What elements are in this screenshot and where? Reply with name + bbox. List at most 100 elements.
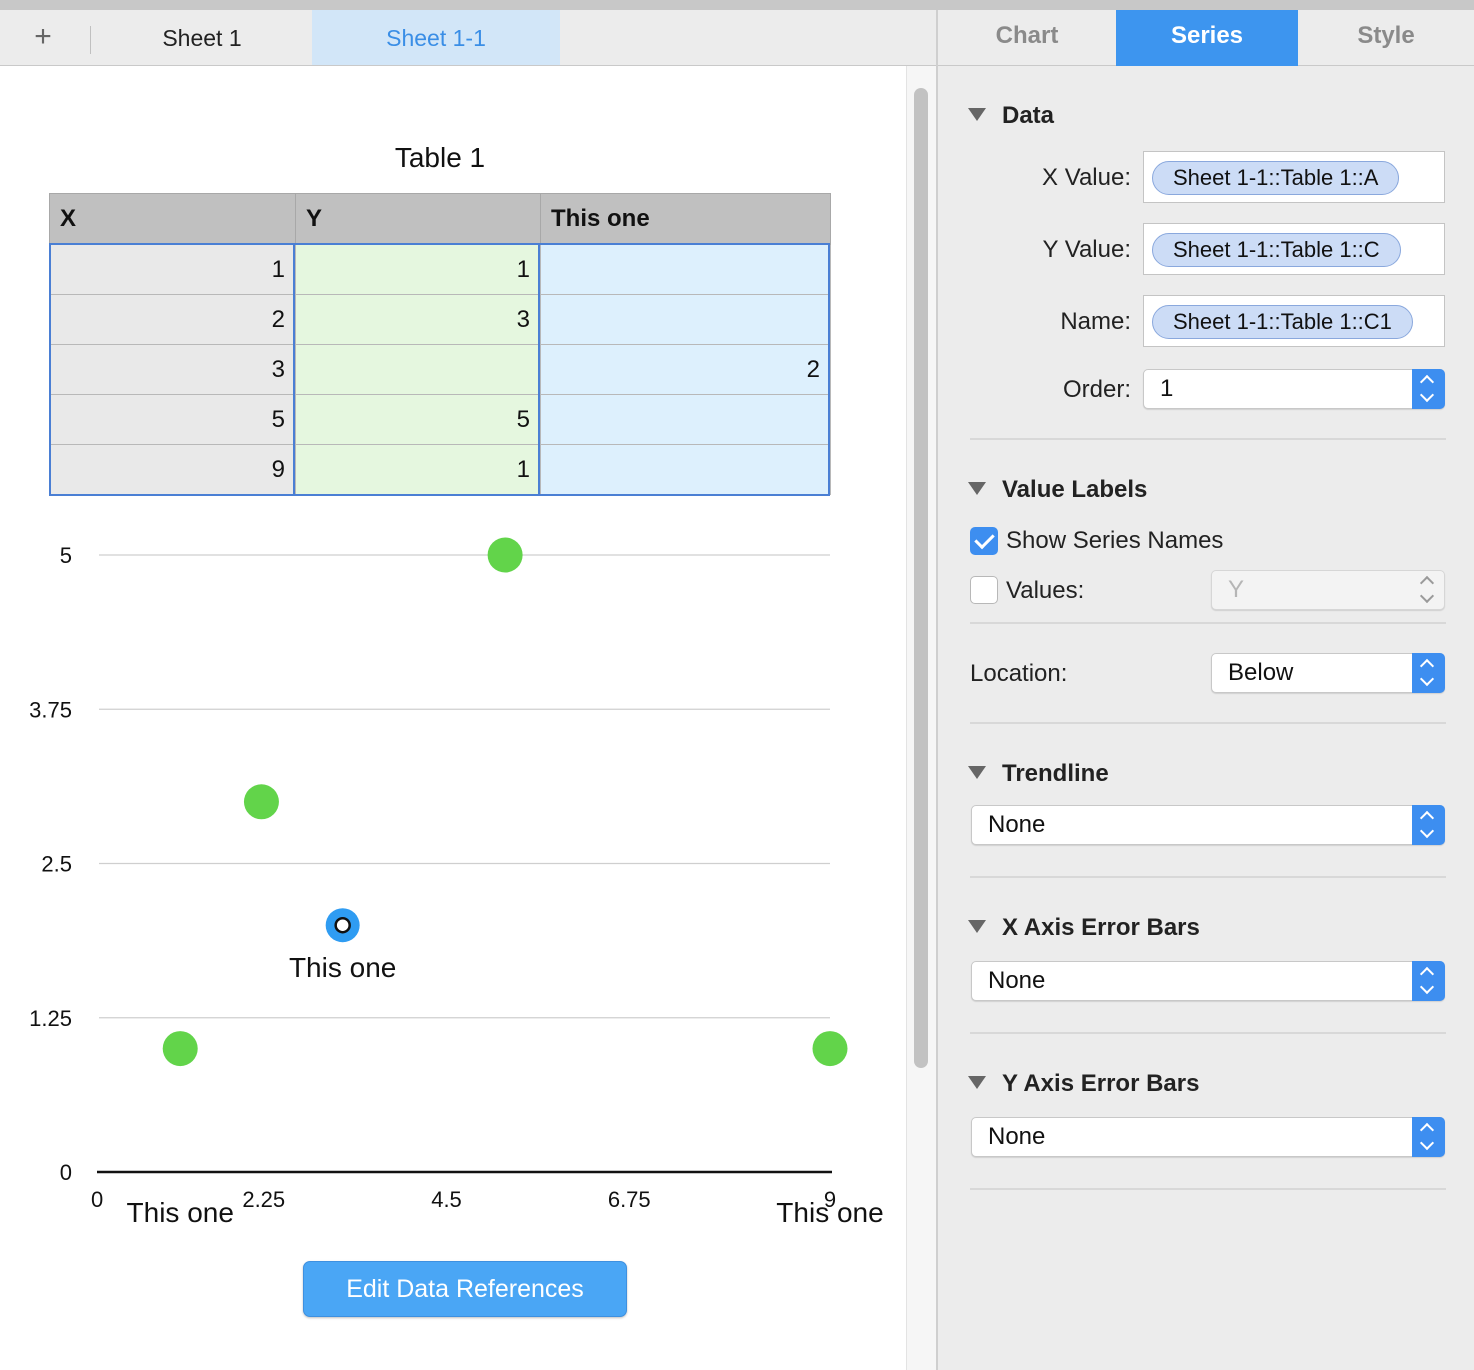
values-format-select[interactable]: Y: [1211, 570, 1445, 610]
y-error-bars-value: None: [988, 1123, 1046, 1150]
table-cell[interactable]: [540, 394, 831, 445]
x-value-field[interactable]: Sheet 1-1::Table 1::A: [1143, 151, 1445, 203]
order-value: 1: [1160, 375, 1174, 402]
values-label: Values:: [1006, 577, 1085, 604]
table-cell[interactable]: 2: [540, 344, 831, 395]
header-cell-this-one[interactable]: This one: [540, 193, 831, 245]
trendline-section-header[interactable]: Trendline: [968, 760, 1109, 788]
value-labels-section-title: Value Labels: [1002, 476, 1148, 503]
disclosure-triangle-icon[interactable]: [968, 108, 986, 122]
y-tick-label: 1.25: [29, 1006, 72, 1031]
section-divider: [970, 876, 1446, 878]
tab-series[interactable]: Series: [1116, 10, 1298, 66]
data-point[interactable]: [487, 537, 523, 573]
y-value-token[interactable]: Sheet 1-1::Table 1::C: [1152, 233, 1401, 267]
x-value-label: X Value:: [1042, 164, 1131, 191]
table-cell[interactable]: 1: [295, 444, 541, 495]
y-error-bars-section-title: Y Axis Error Bars: [1002, 1070, 1200, 1097]
tab-sheet-1-1[interactable]: Sheet 1-1: [312, 10, 560, 65]
chart-annotations: This one This one This one: [127, 952, 884, 1228]
format-inspector: Chart Series Style Data X Value: Sheet 1…: [938, 10, 1474, 1370]
data-section-title: Data: [1002, 102, 1055, 129]
y-error-bars-select[interactable]: None: [971, 1117, 1445, 1157]
y-tick-label: 2.5: [41, 852, 72, 877]
table-cell[interactable]: 1: [295, 244, 541, 295]
canvas-scrollbar-thumb[interactable]: [914, 88, 928, 1068]
x-tick-label: 6.75: [608, 1187, 651, 1212]
data-section-header[interactable]: Data: [968, 102, 1054, 130]
section-divider: [970, 1032, 1446, 1034]
section-divider: [970, 622, 1446, 624]
table-cell[interactable]: 1: [49, 244, 296, 295]
chart-tick-labels: 01.252.53.7550 2.25 4.5 6.75 9: [29, 543, 836, 1212]
x-error-bars-select[interactable]: None: [971, 961, 1445, 1001]
values-checkbox[interactable]: [970, 576, 998, 604]
x-tick-label: 4.5: [431, 1187, 462, 1212]
value-labels-section-header[interactable]: Value Labels: [968, 476, 1147, 504]
data-point[interactable]: [162, 1031, 198, 1067]
location-value: Below: [1228, 659, 1294, 686]
table-cell[interactable]: 5: [49, 394, 296, 445]
table-cell[interactable]: [540, 444, 831, 495]
x-error-bars-value: None: [988, 967, 1046, 994]
disclosure-triangle-icon[interactable]: [968, 482, 986, 496]
trendline-section-title: Trendline: [1002, 760, 1109, 787]
show-series-names-label: Show Series Names: [1006, 527, 1224, 554]
table-cell[interactable]: [540, 244, 831, 295]
table-cell[interactable]: [540, 294, 831, 345]
inspector-tabs: Chart Series Style: [938, 10, 1474, 66]
header-cell-y[interactable]: Y: [295, 193, 541, 245]
y-value-field[interactable]: Sheet 1-1::Table 1::C: [1143, 223, 1445, 275]
up-down-arrows-icon[interactable]: [1412, 805, 1445, 845]
tab-style[interactable]: Style: [1298, 10, 1474, 66]
y-tick-label: 3.75: [29, 697, 72, 722]
tab-separator: [90, 26, 91, 54]
header-cell-x[interactable]: X: [49, 193, 296, 245]
chart-gridlines: [99, 554, 830, 1019]
order-label: Order:: [1062, 376, 1131, 403]
data-point[interactable]: [243, 784, 279, 820]
disclosure-triangle-icon[interactable]: [968, 766, 986, 780]
up-down-arrows-icon[interactable]: [1412, 570, 1445, 610]
section-divider: [970, 722, 1446, 724]
table-cell[interactable]: 9: [49, 444, 296, 495]
up-down-arrows-icon[interactable]: [1412, 653, 1445, 693]
x-tick-label: 0: [91, 1187, 103, 1212]
series-name-label: This one: [776, 1197, 883, 1228]
data-point[interactable]: [812, 1031, 848, 1067]
table-cell[interactable]: 2: [49, 294, 296, 345]
x-value-token[interactable]: Sheet 1-1::Table 1::A: [1152, 161, 1400, 195]
order-stepper[interactable]: 1: [1143, 369, 1445, 409]
table-title: Table 1: [394, 142, 486, 173]
tab-chart[interactable]: Chart: [938, 10, 1116, 66]
chart-points[interactable]: [162, 537, 848, 1067]
location-select[interactable]: Below: [1211, 653, 1445, 693]
table-cell[interactable]: 3: [295, 294, 541, 345]
disclosure-triangle-icon[interactable]: [968, 920, 986, 934]
edit-data-references-button[interactable]: Edit Data References: [303, 1261, 627, 1317]
table-cell[interactable]: 3: [49, 344, 296, 395]
trendline-select[interactable]: None: [971, 805, 1445, 845]
up-down-arrows-icon[interactable]: [1412, 369, 1445, 409]
data-table[interactable]: X Y This one 1 1 2 3 3 2 5 5 9 1: [49, 193, 831, 495]
scatter-chart[interactable]: 01.252.53.7550 2.25 4.5 6.75 9 This oneThis …: [0, 500, 906, 1250]
name-token[interactable]: Sheet 1-1::Table 1::C1: [1152, 305, 1413, 339]
up-down-arrows-icon[interactable]: [1412, 1117, 1445, 1157]
tab-sheet-1[interactable]: Sheet 1: [92, 10, 312, 65]
table-row: 9 1: [49, 444, 831, 495]
series-name-label: This one: [289, 952, 396, 983]
add-sheet-button[interactable]: +: [18, 20, 68, 56]
y-error-bars-section-header[interactable]: Y Axis Error Bars: [968, 1070, 1199, 1098]
x-error-bars-section-header[interactable]: X Axis Error Bars: [968, 914, 1200, 942]
table-cell[interactable]: [295, 344, 541, 395]
table-cell[interactable]: 5: [295, 394, 541, 445]
x-tick-label: 2.25: [242, 1187, 285, 1212]
show-series-names-checkbox[interactable]: [970, 527, 998, 555]
disclosure-triangle-icon[interactable]: [968, 1076, 986, 1090]
table-row: 2 3: [49, 294, 831, 345]
selection-handle[interactable]: [334, 916, 351, 934]
up-down-arrows-icon[interactable]: [1412, 961, 1445, 1001]
table-row: 3 2: [49, 344, 831, 395]
name-field[interactable]: Sheet 1-1::Table 1::C1: [1143, 295, 1445, 347]
window-top-strip: [0, 0, 1474, 10]
